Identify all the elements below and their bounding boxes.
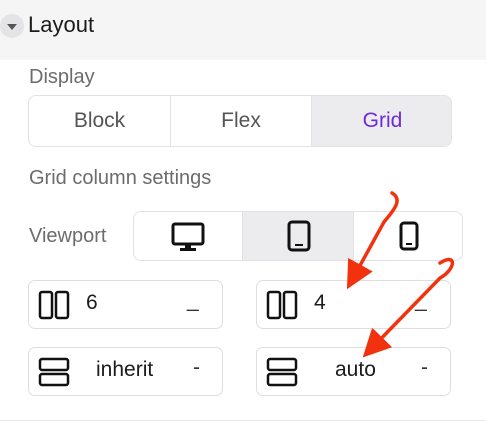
annotation-arrow xyxy=(346,191,399,290)
annotation-arrow xyxy=(362,257,455,358)
annotation-arrows xyxy=(346,191,455,358)
